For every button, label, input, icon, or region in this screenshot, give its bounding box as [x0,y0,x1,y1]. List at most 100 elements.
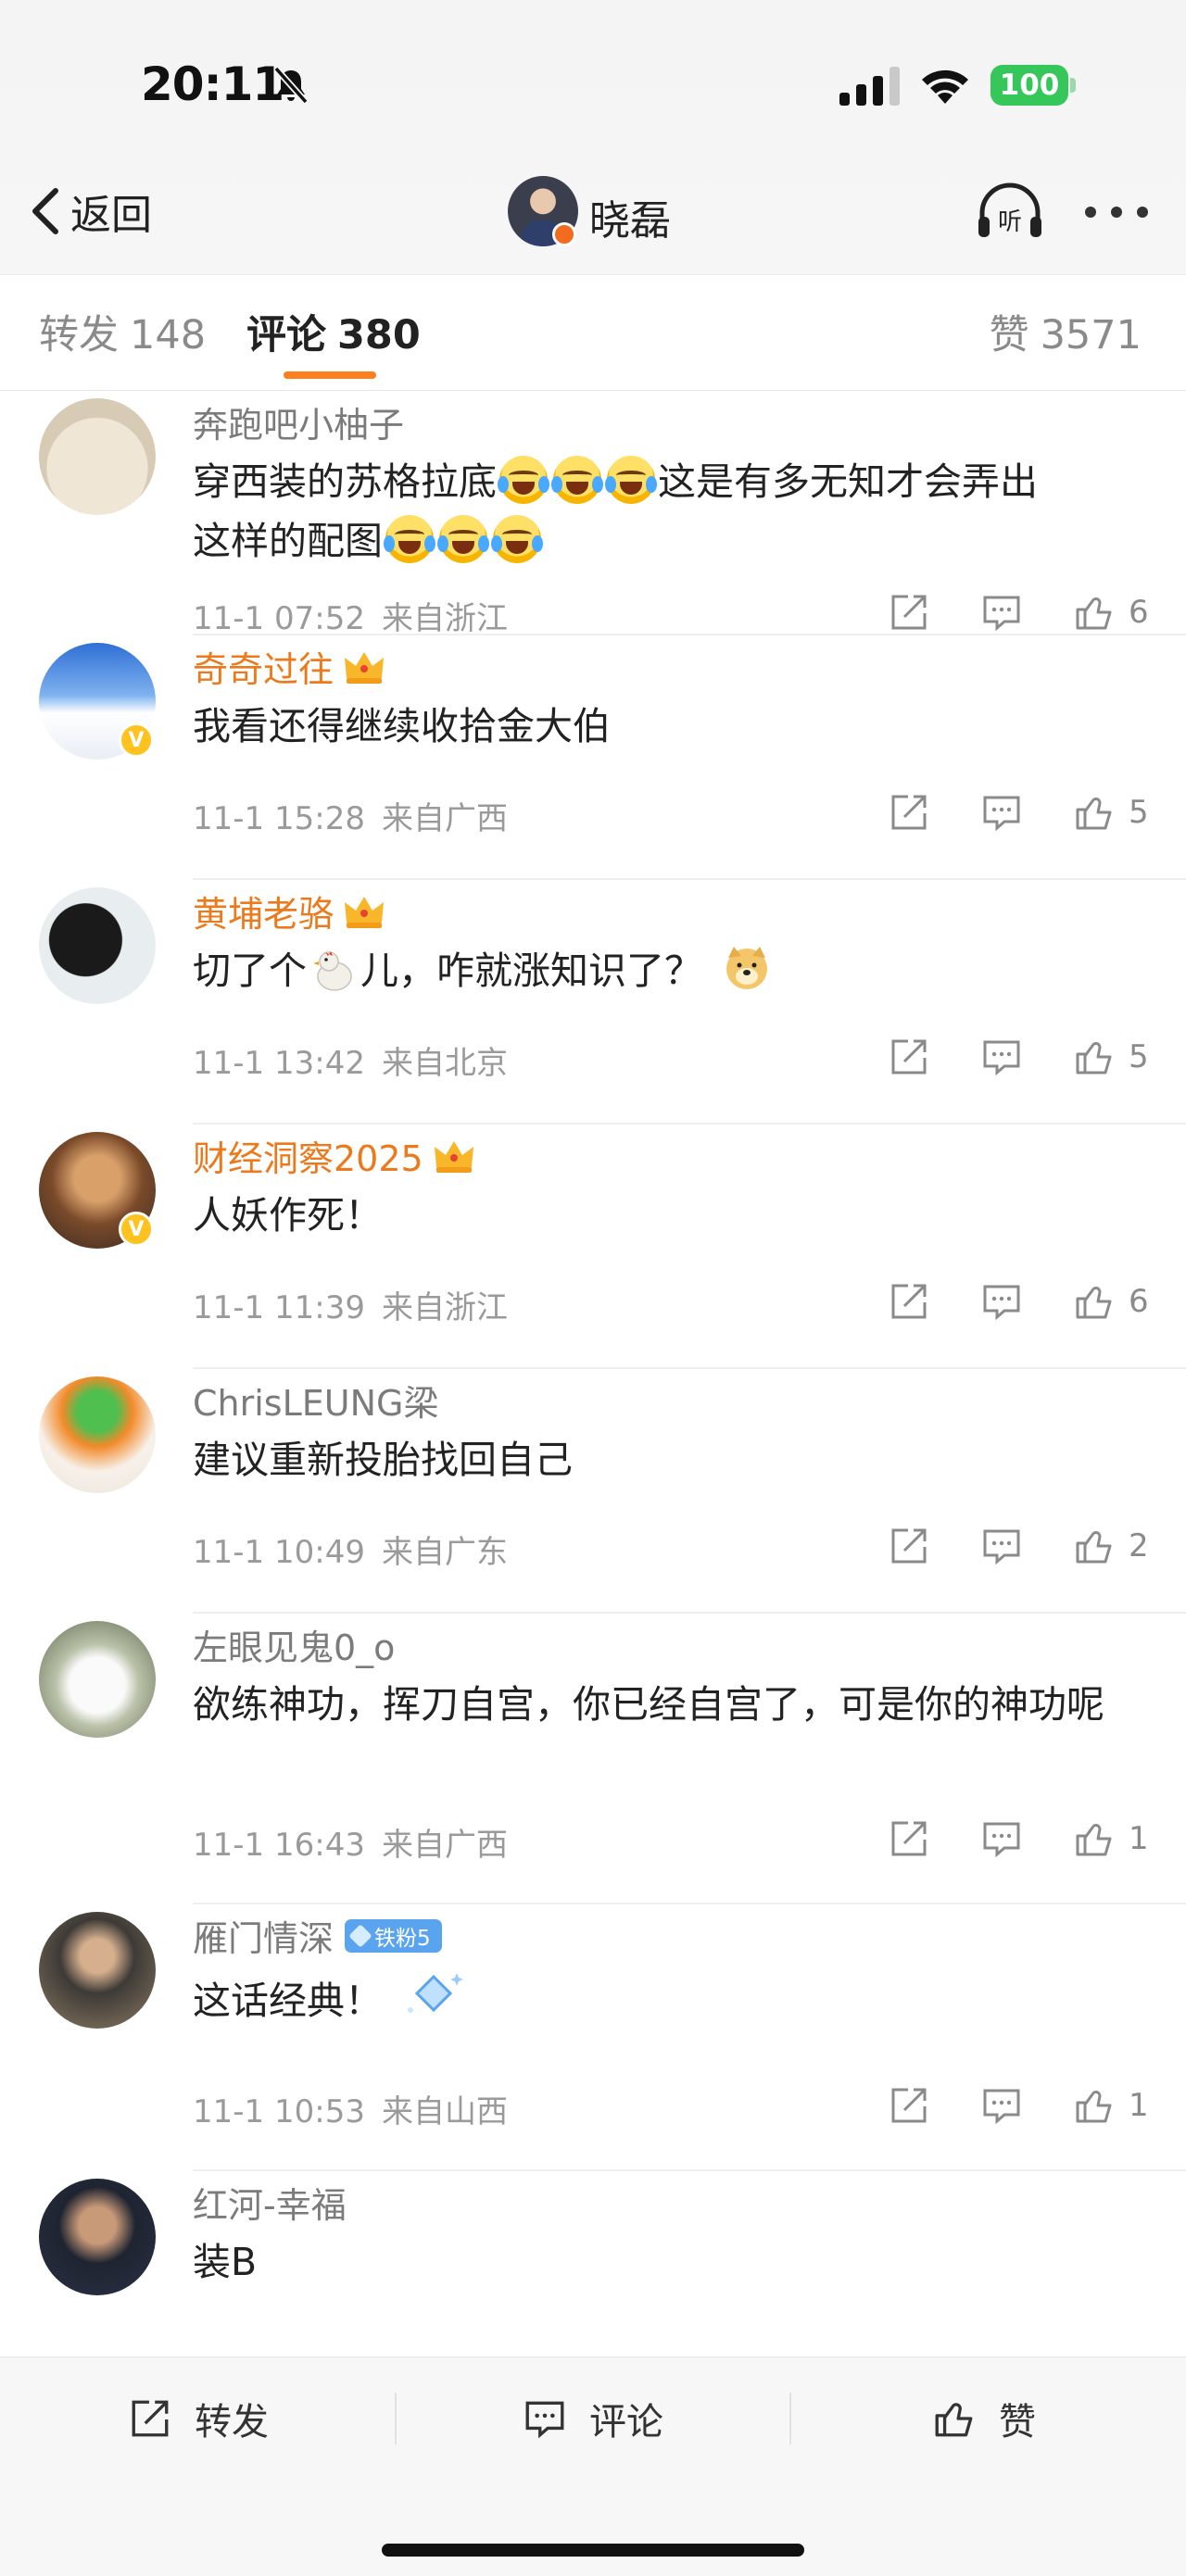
tab-comment-label: 评论 [246,312,326,358]
tab-like-count: 3571 [1040,312,1142,358]
laugh-cry-emoji-icon [605,456,657,504]
battery-icon: 100 [990,65,1076,106]
comment-author[interactable]: 左眼见鬼0_o [193,1619,395,1670]
tab-comment-count: 380 [337,312,421,358]
comment-icon[interactable] [980,1525,1023,1567]
like-button[interactable]: 赞 [932,2391,1036,2446]
tab-like-label: 赞 [989,312,1029,358]
avatar[interactable] [39,1621,156,1738]
comment-actions: 1 [888,1816,1149,1862]
comment-text-part: 这话经典！ [193,1979,383,2023]
thumbs-up-icon[interactable] [1073,1817,1116,1860]
comment-item: V 奇奇过往 我看还得继续收拾金大伯 11-1 15:28 来自广西 5 [0,635,1186,880]
share-icon[interactable] [888,1817,930,1860]
back-button[interactable]: 返回 [28,182,152,241]
comment-time: 11-1 10:53 [193,2093,365,2130]
tab-repost[interactable]: 转发 148 [39,303,206,360]
comment-item: ChrisLEUNG梁 建议重新投胎找回自己 11-1 10:49 来自广东 2 [0,1369,1186,1614]
comment-author[interactable]: 雁门情深 铁粉5 [193,1910,442,1961]
comment-text-part: 穿西装的苏格拉底 [193,459,497,504]
comment-author[interactable]: 黄埔老骆 [193,886,385,936]
signal-icon [839,67,900,106]
comment-item: 红河-幸福 装B [0,2171,1186,2329]
thumbs-up-icon[interactable] [1073,591,1116,634]
header-user-name[interactable]: 晓磊 [589,187,671,246]
comment-text-part: 这样的配图 [193,519,383,563]
back-label: 返回 [70,192,152,239]
like-count: 5 [1129,1038,1149,1075]
comment-location: 来自山西 [381,2093,508,2130]
comment-meta: 11-1 07:52 来自浙江 [193,593,508,638]
share-icon[interactable] [888,1280,930,1323]
comment-actions: 5 [888,789,1149,836]
thumbs-up-icon[interactable] [1073,791,1116,834]
share-icon[interactable] [888,791,930,834]
comment-author[interactable]: 奔跑吧小柚子 [193,396,404,447]
comment-author[interactable]: 红河-幸福 [193,2177,347,2228]
comment-actions: 6 [888,1278,1149,1325]
comment-location: 来自浙江 [381,600,508,637]
comment-text: 这话经典！ [193,1966,1147,2030]
comment-author-name: 雁门情深 [193,1918,334,1959]
comment-author[interactable]: 奇奇过往 [193,641,385,692]
repost-label: 转发 [195,2401,269,2444]
thumbs-up-icon[interactable] [1073,2084,1116,2127]
comment-icon[interactable] [980,591,1023,634]
avatar[interactable] [39,2179,156,2295]
comment-author-name: 黄埔老骆 [193,894,334,935]
comment-icon[interactable] [980,1280,1023,1323]
comment-location: 来自北京 [381,1045,508,1082]
comment-meta: 11-1 11:39 来自浙江 [193,1282,508,1327]
thumbs-up-icon[interactable] [1073,1525,1116,1567]
crown-icon [345,651,385,684]
avatar[interactable] [39,398,156,515]
repost-button[interactable]: 转发 [128,2391,269,2446]
comment-icon[interactable] [980,1036,1023,1078]
more-icon[interactable] [1084,206,1149,219]
comment-button[interactable]: 评论 [523,2391,663,2446]
share-icon[interactable] [888,1525,930,1567]
listen-icon[interactable]: 听 [975,182,1045,241]
avatar[interactable] [39,887,156,1004]
diamond-icon [348,1923,372,1948]
avatar[interactable] [39,1912,156,2029]
comment-item: 左眼见鬼0_o 欲练神功，挥刀自宫，你已经自宫了，可是你的神功呢 11-1 16… [0,1614,1186,1904]
comment-time: 11-1 07:52 [193,600,365,637]
tab-active-indicator [284,371,376,379]
comment-icon[interactable] [980,2084,1023,2127]
thumbs-up-icon [935,2403,973,2437]
comment-actions: 1 [888,2082,1149,2129]
comment-time: 11-1 15:28 [193,800,365,837]
comment-author[interactable]: 财经洞察2025 [193,1130,475,1181]
comment-text-part: 儿，咋就涨知识了？ [360,949,702,993]
comment-location: 来自广西 [381,800,508,837]
share-icon[interactable] [888,1036,930,1078]
comment-icon[interactable] [980,791,1023,834]
laugh-cry-emoji-icon [384,515,435,563]
battery-level: 100 [990,65,1068,106]
tab-comment[interactable]: 评论 380 [246,303,421,360]
chicken-emoji-icon [313,951,352,991]
comment-item: 奔跑吧小柚子 穿西装的苏格拉底 这是有多无知才会弄出 这样的配图 11-1 07:… [0,391,1186,638]
comment-text: 欲练神功，挥刀自宫，你已经自宫了，可是你的神功呢 [193,1682,1104,1727]
svg-text:听: 听 [998,208,1022,236]
bottom-action-bar: 转发 评论 赞 [0,2356,1186,2576]
comment-actions: 2 [888,1523,1149,1569]
comment-item: V 财经洞察2025 人妖作死！ 11-1 11:39 来自浙江 6 [0,1125,1186,1369]
comment-author[interactable]: ChrisLEUNG梁 [193,1375,438,1426]
comment-time: 11-1 16:43 [193,1827,365,1864]
avatar[interactable] [39,1376,156,1493]
crown-icon [345,896,385,928]
comment-location: 来自浙江 [381,1289,508,1326]
tab-like[interactable]: 赞 3571 [990,303,1142,360]
share-icon[interactable] [888,591,930,634]
share-icon[interactable] [888,2084,930,2127]
wifi-icon [922,69,968,104]
laugh-cry-emoji-icon [491,515,543,563]
thumbs-up-icon[interactable] [1073,1036,1116,1078]
thumbs-up-icon[interactable] [1073,1280,1116,1323]
comment-time: 11-1 11:39 [193,1289,365,1326]
comment-icon[interactable] [980,1817,1023,1860]
comment-actions: 5 [888,1034,1149,1080]
verified-badge-icon: V [119,723,154,758]
